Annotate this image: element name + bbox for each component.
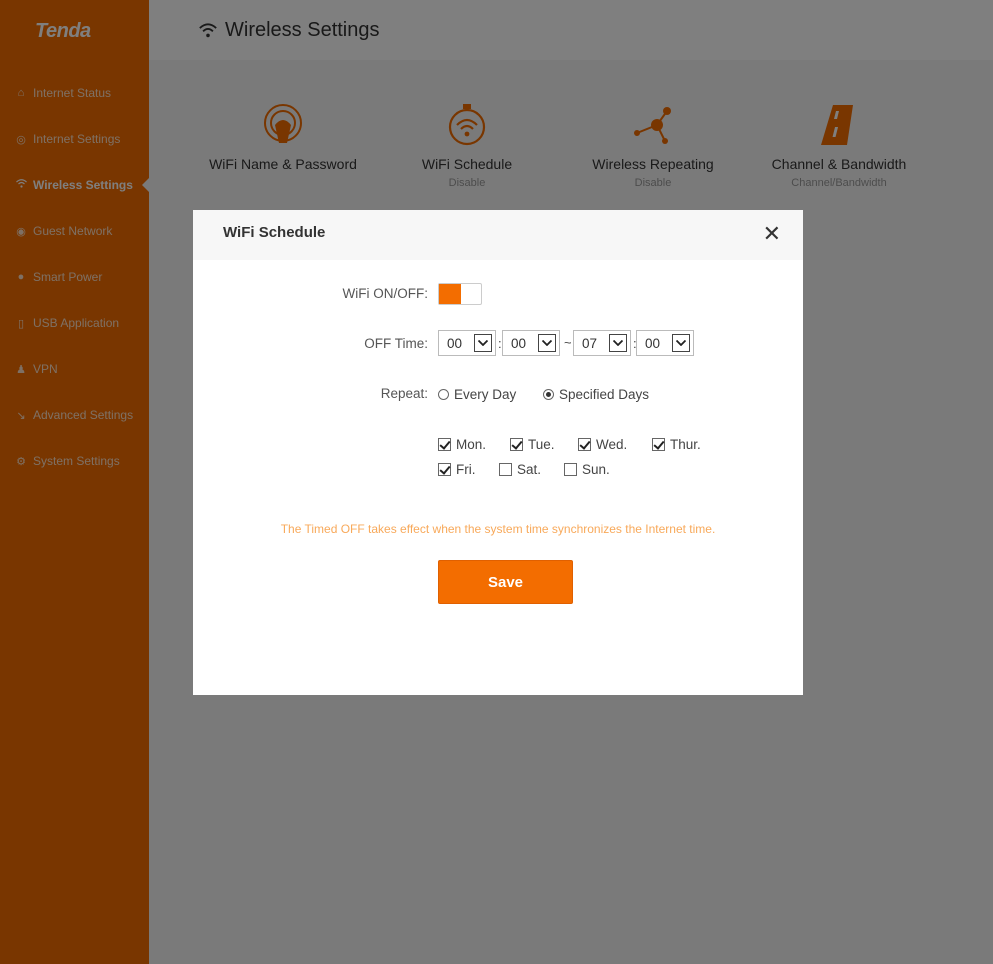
- toggle-on-knob: [439, 284, 461, 304]
- checkbox-label: Mon.: [456, 437, 487, 452]
- checkbox-label: Sat.: [517, 462, 542, 477]
- end-minute-select[interactable]: 00: [636, 330, 694, 356]
- chevron-down-icon: [672, 334, 690, 352]
- end-hour-select[interactable]: 07: [573, 330, 631, 356]
- checkbox-sun[interactable]: Sun.: [564, 462, 610, 477]
- radio-specified-days[interactable]: Specified Days: [543, 387, 649, 402]
- chevron-down-icon: [538, 334, 556, 352]
- checkbox-mon[interactable]: Mon.: [438, 437, 486, 452]
- save-button[interactable]: Save: [438, 560, 573, 604]
- checkbox-label: Fri.: [456, 462, 476, 477]
- dialog-title: WiFi Schedule: [223, 224, 326, 241]
- checkbox-box: [499, 463, 512, 476]
- checkbox-label: Sun.: [582, 462, 610, 477]
- start-hour-select[interactable]: 00: [438, 330, 496, 356]
- radio-label: Every Day: [454, 387, 517, 402]
- close-icon[interactable]: ✕: [763, 222, 781, 246]
- dialog-header: WiFi Schedule ✕: [193, 210, 803, 260]
- repeat-row: Repeat: Every Day Specified Days: [193, 386, 803, 406]
- checkbox-tue[interactable]: Tue.: [510, 437, 555, 452]
- off-time-label: OFF Time:: [364, 336, 428, 351]
- checkbox-box: [510, 438, 523, 451]
- radio-dot: [438, 389, 449, 400]
- radio-every-day[interactable]: Every Day: [438, 387, 516, 402]
- start-minute-select[interactable]: 00: [502, 330, 560, 356]
- checkbox-label: Tue.: [528, 437, 555, 452]
- off-time-row: OFF Time: 00 : 00 ~ 07 : 00: [193, 330, 803, 366]
- select-value: 07: [582, 335, 598, 351]
- checkbox-box: [438, 463, 451, 476]
- wifi-toggle[interactable]: [438, 283, 482, 305]
- checkbox-box: [564, 463, 577, 476]
- wifi-schedule-dialog: WiFi Schedule ✕ WiFi ON/OFF: OFF Time: 0…: [193, 210, 803, 695]
- checkbox-wed[interactable]: Wed.: [578, 437, 627, 452]
- select-value: 00: [645, 335, 661, 351]
- time-range-tilde: ~: [564, 335, 572, 350]
- checkbox-fri[interactable]: Fri.: [438, 462, 476, 477]
- checkbox-box: [438, 438, 451, 451]
- chevron-down-icon: [474, 334, 492, 352]
- chevron-down-icon: [609, 334, 627, 352]
- wifi-toggle-row: WiFi ON/OFF:: [193, 283, 803, 310]
- wifi-toggle-label: WiFi ON/OFF:: [342, 286, 428, 301]
- select-value: 00: [511, 335, 527, 351]
- checkbox-sat[interactable]: Sat.: [499, 462, 541, 477]
- checkbox-thur[interactable]: Thur.: [652, 437, 701, 452]
- radio-label: Specified Days: [559, 387, 650, 402]
- sync-note: The Timed OFF takes effect when the syst…: [280, 522, 716, 536]
- checkbox-box: [578, 438, 591, 451]
- select-value: 00: [447, 335, 463, 351]
- checkbox-label: Wed.: [596, 437, 628, 452]
- checkbox-label: Thur.: [670, 437, 701, 452]
- checkbox-box: [652, 438, 665, 451]
- repeat-label: Repeat:: [380, 386, 428, 401]
- radio-dot: [543, 389, 554, 400]
